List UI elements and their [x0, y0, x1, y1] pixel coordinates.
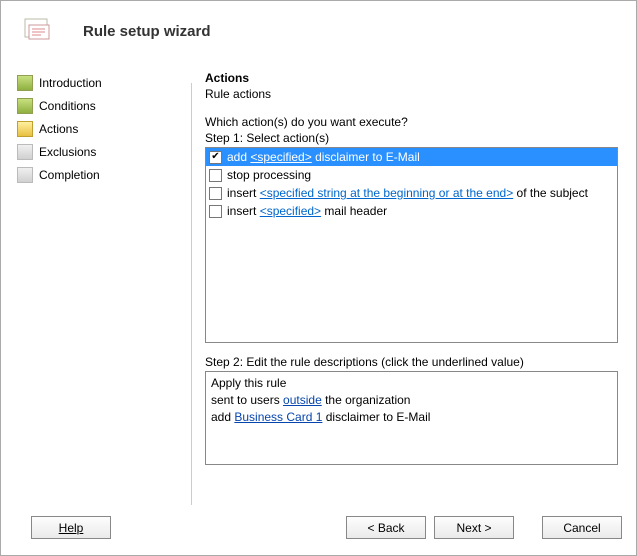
checkbox-icon[interactable] [209, 205, 222, 218]
question-text: Which action(s) do you want execute? [205, 115, 618, 129]
rule-description-box[interactable]: Apply this rule sent to users outside th… [205, 371, 618, 465]
desc-pre: add [211, 410, 234, 424]
desc-line2: sent to users outside the organization [211, 392, 612, 409]
wizard-title: Rule setup wizard [83, 23, 211, 40]
nav-actions[interactable]: Actions [17, 119, 191, 139]
nav-exclusions[interactable]: Exclusions [17, 142, 191, 162]
desc-post: disclaimer to E-Mail [322, 410, 430, 424]
checkbox-icon[interactable] [209, 187, 222, 200]
header: Rule setup wizard [1, 1, 636, 57]
action-link[interactable]: <specified> [250, 150, 311, 164]
action-pre: add [227, 150, 250, 164]
nav-introduction[interactable]: Introduction [17, 73, 191, 93]
action-link[interactable]: <specified string at the beginning or at… [260, 186, 514, 200]
nav-icon-completion [17, 167, 33, 183]
action-row-insert-header[interactable]: insert <specified> mail header [206, 202, 617, 220]
cancel-button[interactable]: Cancel [542, 516, 622, 539]
desc-pre: sent to users [211, 393, 283, 407]
main-panel: Actions Rule actions Which action(s) do … [191, 67, 624, 500]
step2-label: Step 2: Edit the rule descriptions (clic… [205, 355, 618, 369]
step1-label: Step 1: Select action(s) [205, 131, 618, 145]
action-pre: insert [227, 204, 260, 218]
action-post: mail header [321, 204, 387, 218]
next-button[interactable]: Next > [434, 516, 514, 539]
help-button[interactable]: Help [31, 516, 111, 539]
actions-listbox[interactable]: ✔ add <specified> disclaimer to E-Mail s… [205, 147, 618, 343]
footer: Help < Back Next > Cancel [1, 500, 636, 555]
action-text: insert <specified string at the beginnin… [227, 185, 588, 201]
action-text: add <specified> disclaimer to E-Mail [227, 149, 420, 165]
nav-label: Completion [39, 168, 100, 182]
nav-icon-actions [17, 121, 33, 137]
wizard-window: Rule setup wizard Introduction Condition… [0, 0, 637, 556]
action-post: of the subject [513, 186, 588, 200]
action-row-add-disclaimer[interactable]: ✔ add <specified> disclaimer to E-Mail [206, 148, 617, 166]
nav-icon-exclusions [17, 144, 33, 160]
nav-conditions[interactable]: Conditions [17, 96, 191, 116]
desc-line1: Apply this rule [211, 375, 612, 392]
action-pre: insert [227, 186, 260, 200]
nav-label: Exclusions [39, 145, 96, 159]
nav-completion[interactable]: Completion [17, 165, 191, 185]
nav-icon-introduction [17, 75, 33, 91]
nav-icon-conditions [17, 98, 33, 114]
wizard-icon [23, 15, 55, 47]
sidebar: Introduction Conditions Actions Exclusio… [13, 67, 191, 500]
sidebar-separator [191, 83, 192, 505]
desc-link-businesscard[interactable]: Business Card 1 [234, 410, 322, 424]
action-post: disclaimer to E-Mail [312, 150, 420, 164]
back-button[interactable]: < Back [346, 516, 426, 539]
desc-line3: add Business Card 1 disclaimer to E-Mail [211, 409, 612, 426]
action-text: insert <specified> mail header [227, 203, 387, 219]
nav-label: Actions [39, 122, 78, 136]
checkbox-icon[interactable] [209, 169, 222, 182]
action-link[interactable]: <specified> [260, 204, 321, 218]
body: Introduction Conditions Actions Exclusio… [1, 57, 636, 500]
action-row-stop-processing[interactable]: stop processing [206, 166, 617, 184]
desc-post: the organization [322, 393, 411, 407]
action-row-insert-subject[interactable]: insert <specified string at the beginnin… [206, 184, 617, 202]
checkbox-icon[interactable]: ✔ [209, 151, 222, 164]
desc-link-outside[interactable]: outside [283, 393, 322, 407]
section-subtitle: Rule actions [205, 87, 618, 101]
section-title: Actions [205, 71, 618, 85]
nav-label: Introduction [39, 76, 102, 90]
action-text: stop processing [227, 167, 311, 183]
nav-label: Conditions [39, 99, 96, 113]
